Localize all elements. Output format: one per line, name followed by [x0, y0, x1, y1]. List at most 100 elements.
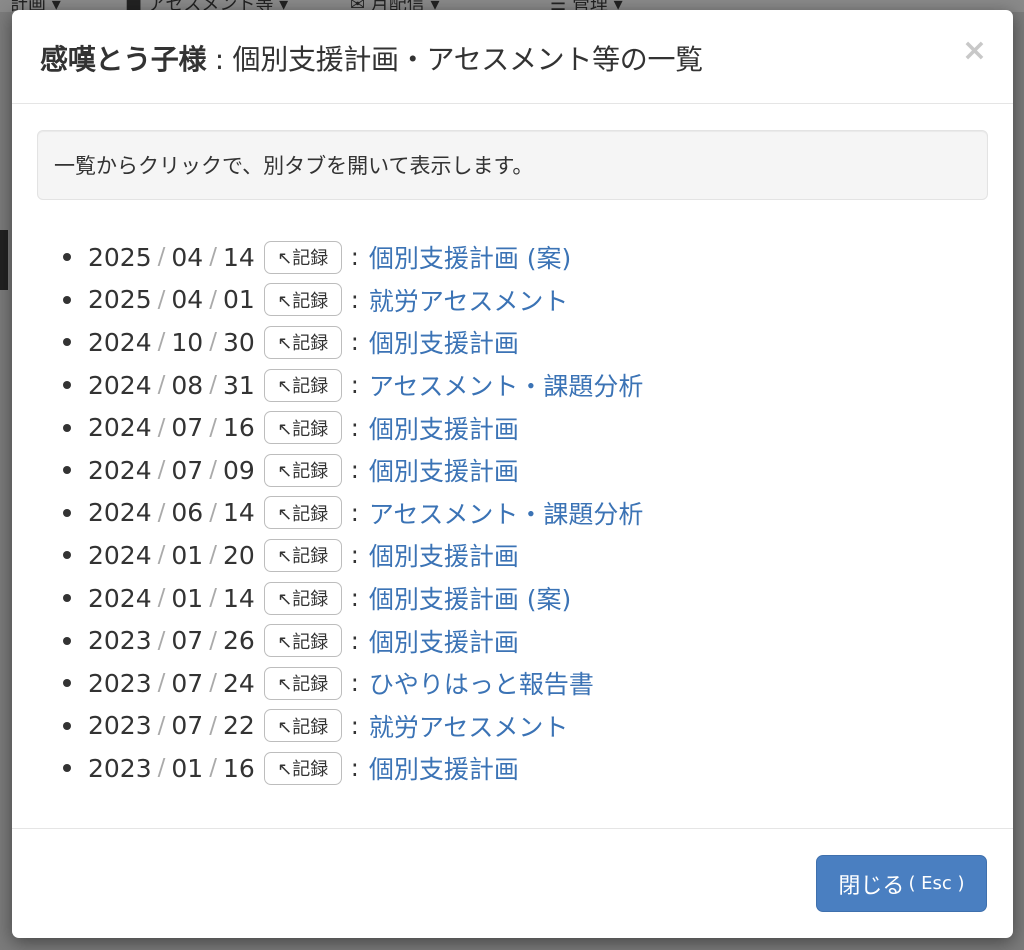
bullet-icon	[63, 594, 71, 603]
list-item: 2024/07/16 ↖記録: 個別支援計画	[63, 406, 988, 449]
list-item: 2024/07/09 ↖記録: 個別支援計画	[63, 449, 988, 492]
list-item: 2025/04/01 ↖記録: 就労アセスメント	[63, 279, 988, 322]
date-separator: /	[157, 755, 166, 782]
date-separator: /	[157, 286, 166, 313]
document-link[interactable]: 就労アセスメント	[369, 708, 569, 744]
date-day: 30	[222, 327, 255, 357]
date-month: 07	[171, 626, 204, 656]
date-separator: /	[209, 712, 217, 739]
date-separator: /	[157, 670, 166, 697]
date-separator: /	[209, 585, 217, 612]
record-button[interactable]: ↖記録	[263, 283, 342, 317]
date-separator: /	[157, 244, 166, 271]
background-thumbnail	[0, 230, 8, 290]
date-month: 04	[171, 285, 204, 315]
document-link[interactable]: ひやりはっと報告書	[369, 665, 594, 701]
date-separator: /	[209, 542, 217, 569]
bullet-icon	[63, 508, 71, 517]
document-link[interactable]: 個別支援計画 (案)	[369, 239, 571, 275]
bullet-icon	[63, 423, 71, 432]
document-link[interactable]: アセスメント・課題分析	[369, 495, 644, 531]
record-date: 2025/04/01	[88, 285, 255, 314]
date-separator: /	[157, 372, 166, 399]
document-link[interactable]: 個別支援計画 (案)	[369, 580, 571, 616]
date-day: 14	[222, 242, 255, 272]
separator-colon: :	[350, 669, 359, 698]
date-year: 2023	[88, 753, 152, 783]
date-day: 14	[222, 498, 255, 528]
separator-colon: :	[350, 243, 359, 272]
date-month: 01	[171, 540, 204, 570]
list-item: 2023/07/24 ↖記録: ひやりはっと報告書	[63, 662, 988, 705]
list-item: 2023/01/16 ↖記録: 個別支援計画	[63, 747, 988, 790]
date-year: 2024	[88, 540, 152, 570]
date-year: 2023	[88, 626, 152, 656]
record-button[interactable]: ↖記録	[263, 624, 342, 658]
record-date: 2023/01/16	[88, 754, 255, 783]
separator-colon: :	[350, 456, 359, 485]
record-button[interactable]: ↖記録	[263, 411, 342, 445]
document-link[interactable]: アセスメント・課題分析	[369, 367, 644, 403]
bullet-icon	[63, 636, 71, 645]
document-link[interactable]: 個別支援計画	[369, 410, 519, 446]
records-modal: 感嘆とう子様 : 個別支援計画・アセスメント等の一覧 × 一覧からクリックで、別…	[12, 10, 1013, 938]
date-separator: /	[209, 670, 217, 697]
date-separator: /	[157, 457, 166, 484]
date-year: 2023	[88, 668, 152, 698]
date-separator: /	[157, 414, 166, 441]
modal-title: 感嘆とう子様 : 個別支援計画・アセスメント等の一覧	[40, 38, 703, 78]
document-link[interactable]: 個別支援計画	[369, 324, 519, 360]
record-button[interactable]: ↖記録	[263, 666, 342, 700]
document-link[interactable]: 個別支援計画	[369, 750, 519, 786]
list-item: 2024/06/14 ↖記録: アセスメント・課題分析	[63, 492, 988, 535]
close-icon[interactable]: ×	[962, 36, 987, 66]
separator-colon: :	[350, 413, 359, 442]
date-day: 22	[222, 711, 255, 741]
record-button[interactable]: ↖記録	[263, 709, 342, 743]
record-date: 2024/07/16	[88, 413, 255, 442]
close-button[interactable]: 閉じる ( Esc )	[816, 855, 987, 912]
date-separator: /	[209, 286, 217, 313]
date-year: 2024	[88, 370, 152, 400]
close-button-hint: ( Esc )	[908, 873, 965, 894]
date-separator: /	[209, 457, 217, 484]
document-link[interactable]: 就労アセスメント	[369, 282, 569, 318]
record-button[interactable]: ↖記録	[263, 538, 342, 572]
date-year: 2024	[88, 583, 152, 613]
date-separator: /	[157, 585, 166, 612]
record-button[interactable]: ↖記録	[263, 368, 342, 402]
record-date: 2024/07/09	[88, 456, 255, 485]
date-separator: /	[157, 627, 166, 654]
record-date: 2024/01/20	[88, 541, 255, 570]
separator-colon: :	[350, 371, 359, 400]
bullet-icon	[63, 679, 71, 688]
record-date: 2024/10/30	[88, 328, 255, 357]
records-list: 2025/04/14 ↖記録: 個別支援計画 (案) 2025/04/01 ↖記録: 就労…	[37, 236, 988, 790]
separator-colon: :	[350, 328, 359, 357]
date-year: 2024	[88, 327, 152, 357]
record-date: 2024/06/14	[88, 498, 255, 527]
record-button[interactable]: ↖記録	[263, 581, 342, 615]
date-year: 2025	[88, 285, 152, 315]
record-date: 2024/01/14	[88, 584, 255, 613]
close-button-label: 閉じる	[838, 873, 905, 899]
date-day: 20	[222, 540, 255, 570]
document-link[interactable]: 個別支援計画	[369, 623, 519, 659]
date-year: 2023	[88, 711, 152, 741]
document-link[interactable]: 個別支援計画	[369, 452, 519, 488]
date-separator: /	[157, 712, 166, 739]
document-link[interactable]: 個別支援計画	[369, 537, 519, 573]
record-button[interactable]: ↖記録	[263, 496, 342, 530]
modal-footer: 閉じる ( Esc )	[12, 828, 1013, 938]
date-year: 2025	[88, 242, 152, 272]
record-date: 2024/08/31	[88, 371, 255, 400]
date-year: 2024	[88, 413, 152, 443]
record-button[interactable]: ↖記録	[263, 751, 342, 785]
record-button[interactable]: ↖記録	[263, 453, 342, 487]
record-button[interactable]: ↖記録	[263, 240, 342, 274]
date-day: 26	[222, 626, 255, 656]
date-month: 08	[171, 370, 204, 400]
bullet-icon	[63, 381, 71, 390]
list-item: 2023/07/26 ↖記録: 個別支援計画	[63, 619, 988, 662]
record-button[interactable]: ↖記録	[263, 325, 342, 359]
